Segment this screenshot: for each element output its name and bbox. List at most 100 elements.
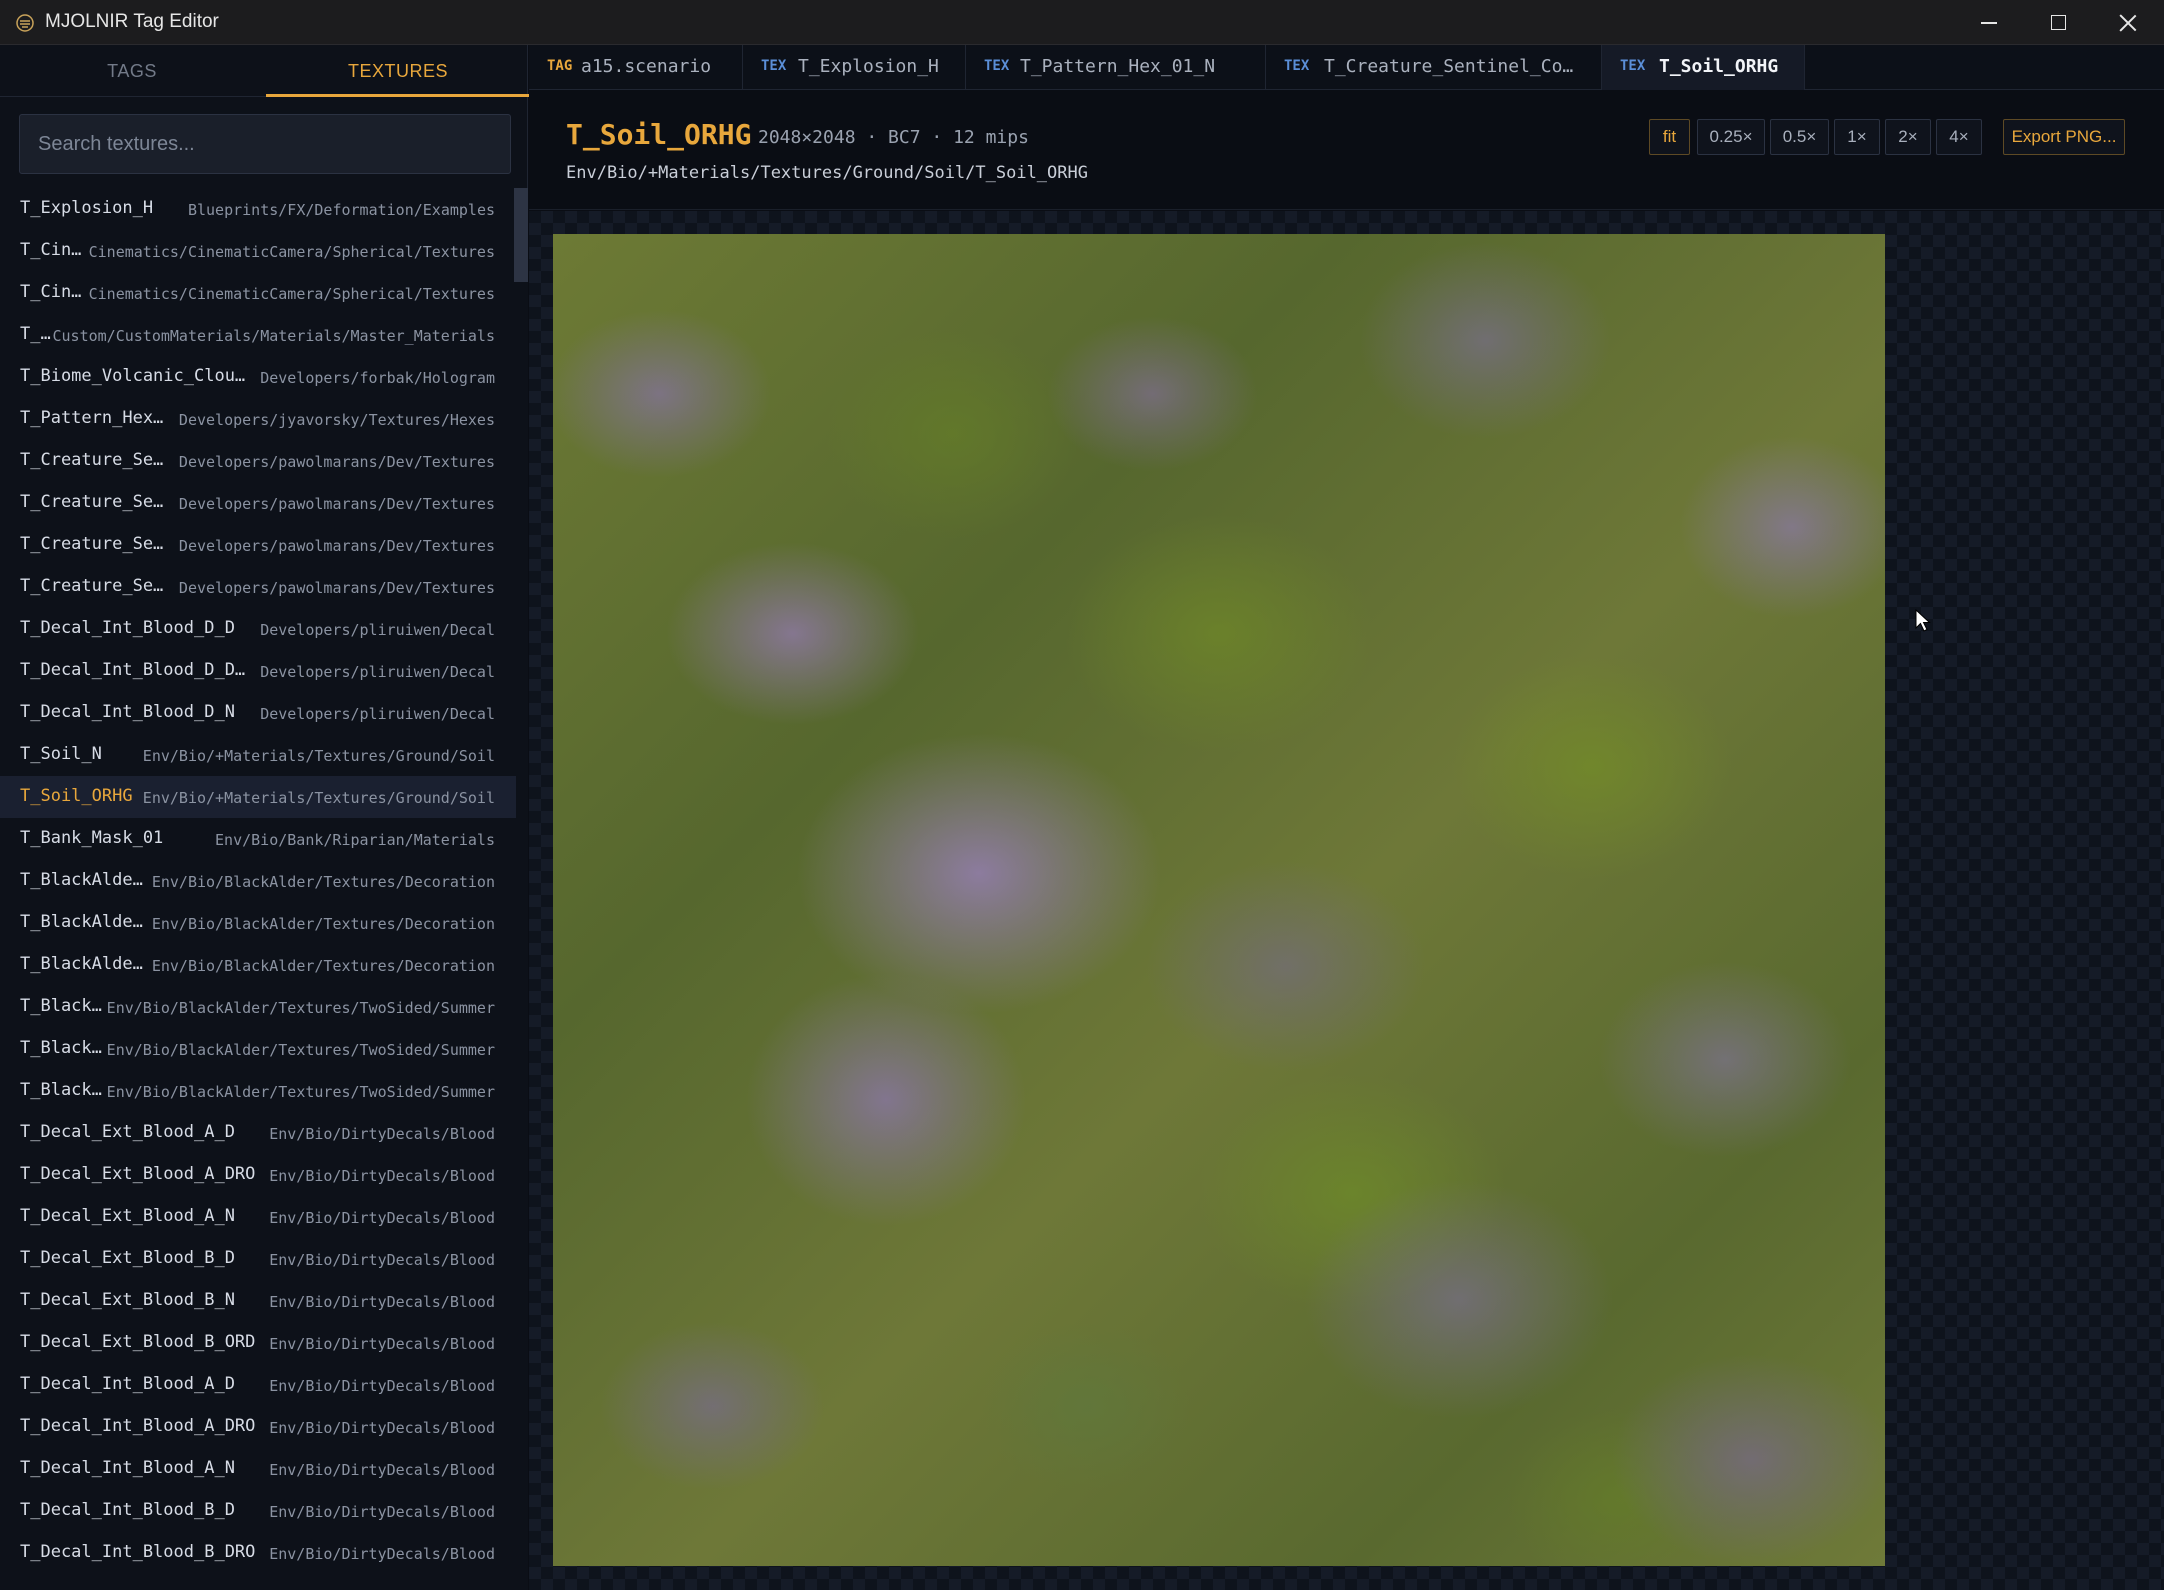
texture-list-item[interactable]: T_Decal_Int_Blood_D_D… Developers/pliruiw…: [0, 650, 516, 692]
texture-item-path: Env/Bio/DirtyDecals/Blood: [269, 1125, 495, 1143]
texture-item-path: Env/Bio/BlackAlder/Textures/TwoSided/Sum…: [106, 1041, 495, 1059]
texture-item-name: T_Creature_Se…: [20, 576, 164, 596]
texture-list-item[interactable]: T_Decal_Ext_Blood_A_N Env/Bio/DirtyDecals…: [0, 1196, 516, 1238]
export-png-button[interactable]: Export PNG...: [2003, 119, 2125, 155]
texture-item-name: T_…: [20, 324, 51, 344]
doc-tab-soil-orhg-active[interactable]: TEX T_Soil_ORHG: [1602, 45, 1805, 90]
texture-list-item[interactable]: T_Creature_Se… Developers/pawolmarans/Dev…: [0, 440, 516, 482]
texture-list-item[interactable]: T_Decal_Int_Blood_A_DRO Env/Bio/DirtyDeca…: [0, 1406, 516, 1448]
search-input[interactable]: [20, 115, 510, 173]
texture-item-path: Developers/pliruiwen/Decal: [260, 663, 495, 681]
texture-list-item[interactable]: T_Decal_Int_Blood_A_D Env/Bio/DirtyDecals…: [0, 1364, 516, 1406]
tab-textures[interactable]: TEXTURES: [266, 45, 530, 97]
texture-viewport[interactable]: [529, 211, 2164, 1590]
zoom-2x-button[interactable]: 2×: [1885, 119, 1931, 155]
texture-item-path: Env/Bio/DirtyDecals/Blood: [269, 1251, 495, 1269]
texture-item-path: Env/Bio/DirtyDecals/Blood: [269, 1503, 495, 1521]
texture-list-item[interactable]: T_Soil_N Env/Bio/+Materials/Textures/Grou…: [0, 734, 516, 776]
scrollbar-track[interactable]: [516, 188, 528, 1590]
texture-list-item[interactable]: T_Creature_Se… Developers/pawolmarans/Dev…: [0, 482, 516, 524]
texture-list-item[interactable]: T_Black… Env/Bio/BlackAlder/Textures/TwoS…: [0, 986, 516, 1028]
tex-badge: TEX: [984, 58, 1010, 74]
texture-list-item[interactable]: T_Black… Env/Bio/BlackAlder/Textures/TwoS…: [0, 1028, 516, 1070]
scrollbar-thumb[interactable]: [514, 188, 528, 282]
texture-list-item[interactable]: T_Decal_Ext_Blood_B_N Env/Bio/DirtyDecals…: [0, 1280, 516, 1322]
tex-badge: TEX: [1284, 58, 1310, 74]
document-tabs: TAG a15.scenario TEX T_Explosion_H TEX T…: [529, 45, 2164, 90]
search-box: [19, 114, 511, 174]
texture-item-name: T_Decal_Int_Blood_D_D…: [20, 660, 246, 680]
texture-list-item[interactable]: T_Pattern_Hex… Developers/jyavorsky/Textu…: [0, 398, 516, 440]
texture-list: T_Explosion_H Blueprints/FX/Deformation/E…: [0, 188, 516, 1590]
doc-tab-pattern-hex[interactable]: TEX T_Pattern_Hex_01_N: [966, 45, 1266, 90]
maximize-button[interactable]: [2023, 0, 2093, 45]
doc-tab-creature-sentinel[interactable]: TEX T_Creature_Sentinel_Co…: [1266, 45, 1602, 90]
mouse-cursor-icon: [1915, 609, 1931, 632]
texture-list-item[interactable]: T_BlackAlde… Env/Bio/BlackAlder/Textures/…: [0, 944, 516, 986]
texture-item-name: T_Decal_Ext_Blood_B_D: [20, 1248, 235, 1268]
app-icon: [16, 14, 34, 32]
texture-item-path: Env/Bio/DirtyDecals/Blood: [269, 1419, 495, 1437]
title-bar: MJOLNIR Tag Editor: [0, 0, 2164, 45]
minimize-icon: [1981, 22, 1997, 24]
texture-list-item[interactable]: T_Decal_Int_Blood_D_D Developers/pliruiwe…: [0, 608, 516, 650]
texture-item-path: Custom/CustomMaterials/Materials/Master_…: [52, 327, 495, 345]
texture-list-item[interactable]: T_Decal_Ext_Blood_B_D Env/Bio/DirtyDecals…: [0, 1238, 516, 1280]
texture-item-path: Env/Bio/BlackAlder/Textures/Decoration: [151, 915, 495, 933]
texture-item-name: T_Decal_Int_Blood_D_N: [20, 702, 235, 722]
texture-list-item[interactable]: T_Cin… Cinematics/CinematicCamera/Spheric…: [0, 230, 516, 272]
zoom-05-button[interactable]: 0.5×: [1770, 119, 1829, 155]
texture-item-name: T_Decal_Ext_Blood_B_N: [20, 1290, 235, 1310]
doc-tab-label: T_Creature_Sentinel_Co…: [1324, 56, 1574, 77]
texture-list-item[interactable]: T_Decal_Ext_Blood_B_ORD Env/Bio/DirtyDeca…: [0, 1322, 516, 1364]
texture-list-item-selected[interactable]: T_Soil_ORHG Env/Bio/+Materials/Textures/G…: [0, 776, 516, 818]
texture-item-name: T_Soil_ORHG: [20, 786, 133, 806]
close-button[interactable]: [2093, 0, 2163, 45]
texture-item-name: T_Decal_Int_Blood_B_DRO: [20, 1542, 256, 1562]
texture-list-item[interactable]: T_Decal_Int_Blood_B_D Env/Bio/DirtyDecals…: [0, 1490, 516, 1532]
zoom-fit-button[interactable]: fit: [1649, 119, 1690, 155]
zoom-1x-button[interactable]: 1×: [1834, 119, 1880, 155]
texture-list-item[interactable]: T_Decal_Int_Blood_B_DRO Env/Bio/DirtyDeca…: [0, 1532, 516, 1574]
maximize-icon: [2051, 15, 2066, 30]
texture-item-path: Env/Bio/DirtyDecals/Blood: [269, 1461, 495, 1479]
texture-item-path: Developers/pawolmarans/Dev/Textures: [178, 453, 495, 471]
texture-list-item[interactable]: T_Black… Env/Bio/BlackAlder/Textures/TwoS…: [0, 1070, 516, 1112]
texture-list-item[interactable]: T_Explosion_H Blueprints/FX/Deformation/E…: [0, 188, 516, 230]
texture-list-item[interactable]: T_… Custom/CustomMaterials/Materials/Mast…: [0, 314, 516, 356]
texture-item-name: T_Bank_Mask_01: [20, 828, 164, 848]
texture-list-item[interactable]: T_Decal_Int_Blood_D_N Developers/pliruiwe…: [0, 692, 516, 734]
zoom-4x-button[interactable]: 4×: [1936, 119, 1982, 155]
texture-list-item[interactable]: T_Decal_Ext_Blood_A_DRO Env/Bio/DirtyDeca…: [0, 1154, 516, 1196]
texture-item-path: Env/Bio/DirtyDecals/Blood: [269, 1293, 495, 1311]
texture-item-name: T_Biome_Volcanic_Clou…: [20, 366, 246, 386]
texture-item-path: Env/Bio/Bank/Riparian/Materials: [215, 831, 495, 849]
texture-list-item[interactable]: T_Decal_Ext_Blood_A_D Env/Bio/DirtyDecals…: [0, 1112, 516, 1154]
tex-badge: TEX: [1620, 58, 1646, 74]
texture-list-item[interactable]: T_Decal_Int_Blood_A_N Env/Bio/DirtyDecals…: [0, 1448, 516, 1490]
tag-badge: TAG: [547, 58, 573, 74]
window-title: MJOLNIR Tag Editor: [45, 11, 219, 32]
zoom-025-button[interactable]: 0.25×: [1697, 119, 1765, 155]
texture-list-item[interactable]: T_Creature_Se… Developers/pawolmarans/Dev…: [0, 566, 516, 608]
texture-item-path: Env/Bio/DirtyDecals/Blood: [269, 1335, 495, 1353]
texture-item-name: T_Pattern_Hex…: [20, 408, 164, 428]
texture-list-item[interactable]: T_Cin… Cinematics/CinematicCamera/Spheric…: [0, 272, 516, 314]
texture-item-path: Blueprints/FX/Deformation/Examples: [187, 201, 495, 219]
texture-item-name: T_Soil_N: [20, 744, 102, 764]
doc-tab-explosion[interactable]: TEX T_Explosion_H: [743, 45, 966, 90]
texture-item-path: Developers/pawolmarans/Dev/Textures: [178, 495, 495, 513]
texture-item-name: T_Creature_Se…: [20, 534, 164, 554]
texture-list-item[interactable]: T_Bank_Mask_01 Env/Bio/Bank/Riparian/Mate…: [0, 818, 516, 860]
texture-list-item[interactable]: T_Biome_Volcanic_Clou… Developers/forbak/…: [0, 356, 516, 398]
texture-list-item[interactable]: T_BlackAlde… Env/Bio/BlackAlder/Textures/…: [0, 902, 516, 944]
texture-item-name: T_Decal_Ext_Blood_B_ORD: [20, 1332, 256, 1352]
minimize-button[interactable]: [1953, 0, 2023, 45]
texture-item-name: T_BlackAlde…: [20, 954, 143, 974]
doc-tab-label: T_Soil_ORHG: [1659, 56, 1779, 77]
texture-list-item[interactable]: T_Creature_Se… Developers/pawolmarans/Dev…: [0, 524, 516, 566]
tab-tags[interactable]: TAGS: [0, 45, 264, 97]
texture-item-name: T_Creature_Se…: [20, 450, 164, 470]
doc-tab-scenario[interactable]: TAG a15.scenario: [529, 45, 743, 90]
texture-list-item[interactable]: T_BlackAlde… Env/Bio/BlackAlder/Textures/…: [0, 860, 516, 902]
